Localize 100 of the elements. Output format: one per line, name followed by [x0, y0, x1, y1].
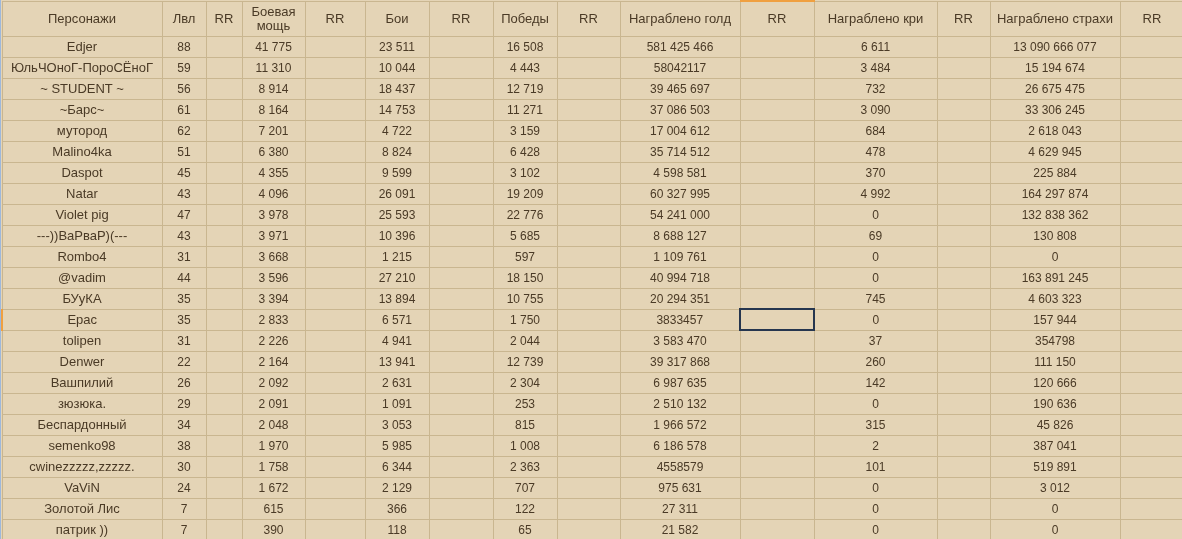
table-cell: VaViN	[2, 477, 162, 498]
column-header: RR	[740, 1, 814, 36]
table-cell: 366	[365, 498, 429, 519]
table-cell: 35 714 512	[620, 141, 740, 162]
table-cell: 18 437	[365, 78, 429, 99]
table-cell: 2 044	[493, 330, 557, 351]
table-cell: 13 090 666 077	[990, 36, 1120, 57]
table-cell: 69	[814, 225, 937, 246]
table-cell: 3 012	[990, 477, 1120, 498]
table-cell: 34	[162, 414, 206, 435]
table-cell: 2 091	[242, 393, 305, 414]
column-header: Лвл	[162, 1, 206, 36]
selected-cell[interactable]	[740, 309, 814, 330]
table-cell: 2 304	[493, 372, 557, 393]
table-cell: 3 971	[242, 225, 305, 246]
table-cell: 2 226	[242, 330, 305, 351]
table-cell: 0	[814, 246, 937, 267]
table-cell: 2 048	[242, 414, 305, 435]
column-header: Боевая мощь	[242, 1, 305, 36]
table-cell: патрик ))	[2, 519, 162, 539]
table-cell: 581 425 466	[620, 36, 740, 57]
table-cell: 27 311	[620, 498, 740, 519]
table-cell: 30	[162, 456, 206, 477]
table-cell: 745	[814, 288, 937, 309]
table-cell: 519 891	[990, 456, 1120, 477]
table-cell: 315	[814, 414, 937, 435]
table-cell: 2 833	[242, 309, 305, 330]
table-cell: 35	[162, 309, 206, 330]
table-cell: 354798	[990, 330, 1120, 351]
table-cell: 10 396	[365, 225, 429, 246]
table-cell: 45	[162, 162, 206, 183]
table-cell: 3 596	[242, 267, 305, 288]
table-cell: 0	[814, 477, 937, 498]
column-header: RR	[937, 1, 990, 36]
table-cell: 1 750	[493, 309, 557, 330]
table-cell: 6 987 635	[620, 372, 740, 393]
table-cell: 26 091	[365, 183, 429, 204]
table-cell: 3 053	[365, 414, 429, 435]
table-cell: 13 941	[365, 351, 429, 372]
table-cell: 7	[162, 498, 206, 519]
table-cell: 1 758	[242, 456, 305, 477]
table-cell: 41 775	[242, 36, 305, 57]
table-cell: 5 685	[493, 225, 557, 246]
table-cell: 2 092	[242, 372, 305, 393]
table-cell: cwinezzzzz,zzzzz.	[2, 456, 162, 477]
table-cell: 39 317 868	[620, 351, 740, 372]
column-header: RR	[1120, 1, 1182, 36]
table-cell: tolipen	[2, 330, 162, 351]
column-header: RR	[557, 1, 620, 36]
table-cell: ~Барс~	[2, 99, 162, 120]
table-cell: Беспардонный	[2, 414, 162, 435]
table-cell: 3 484	[814, 57, 937, 78]
table-cell: 9 599	[365, 162, 429, 183]
table-cell: 370	[814, 162, 937, 183]
table-cell: 38	[162, 435, 206, 456]
table-cell: 54 241 000	[620, 204, 740, 225]
table-cell: 27 210	[365, 267, 429, 288]
table-cell: 0	[990, 246, 1120, 267]
table-cell: 13 894	[365, 288, 429, 309]
table-cell: 1 966 572	[620, 414, 740, 435]
table-cell: 707	[493, 477, 557, 498]
table-cell: 4 096	[242, 183, 305, 204]
table-cell: 17 004 612	[620, 120, 740, 141]
table-cell: Denwer	[2, 351, 162, 372]
table-cell: 22 776	[493, 204, 557, 225]
table-cell: 6 186 578	[620, 435, 740, 456]
table-cell: 31	[162, 330, 206, 351]
table-cell: 2 129	[365, 477, 429, 498]
table-cell: Вашпилий	[2, 372, 162, 393]
table-cell: 0	[814, 309, 937, 330]
table-cell: 387 041	[990, 435, 1120, 456]
column-header: Награблено страхи	[990, 1, 1120, 36]
table-cell: 29	[162, 393, 206, 414]
table-cell: Daspot	[2, 162, 162, 183]
table-cell: 6 344	[365, 456, 429, 477]
table-cell: @vadim	[2, 267, 162, 288]
table-cell: 122	[493, 498, 557, 519]
column-header: Персонажи	[2, 1, 162, 36]
table-cell: 61	[162, 99, 206, 120]
table-cell: 19 209	[493, 183, 557, 204]
table-cell: semenko98	[2, 435, 162, 456]
table-cell: 4558579	[620, 456, 740, 477]
table-cell: 3 668	[242, 246, 305, 267]
table-cell: 43	[162, 183, 206, 204]
table-cell: 60 327 995	[620, 183, 740, 204]
table-cell: 4 603 323	[990, 288, 1120, 309]
column-header: RR	[305, 1, 365, 36]
table-cell: 18 150	[493, 267, 557, 288]
table-cell: 6 611	[814, 36, 937, 57]
table-cell: 3 159	[493, 120, 557, 141]
table-cell: 45 826	[990, 414, 1120, 435]
table-cell: ЮльЧОноГ-ПороСЁноГ	[2, 57, 162, 78]
table-cell: Violet pig	[2, 204, 162, 225]
table-cell: 6 428	[493, 141, 557, 162]
table-cell: 157 944	[990, 309, 1120, 330]
table-cell: 31	[162, 246, 206, 267]
table-cell: Edjer	[2, 36, 162, 57]
table-cell: 8 164	[242, 99, 305, 120]
table-cell: 0	[814, 393, 937, 414]
table-cell: 8 914	[242, 78, 305, 99]
